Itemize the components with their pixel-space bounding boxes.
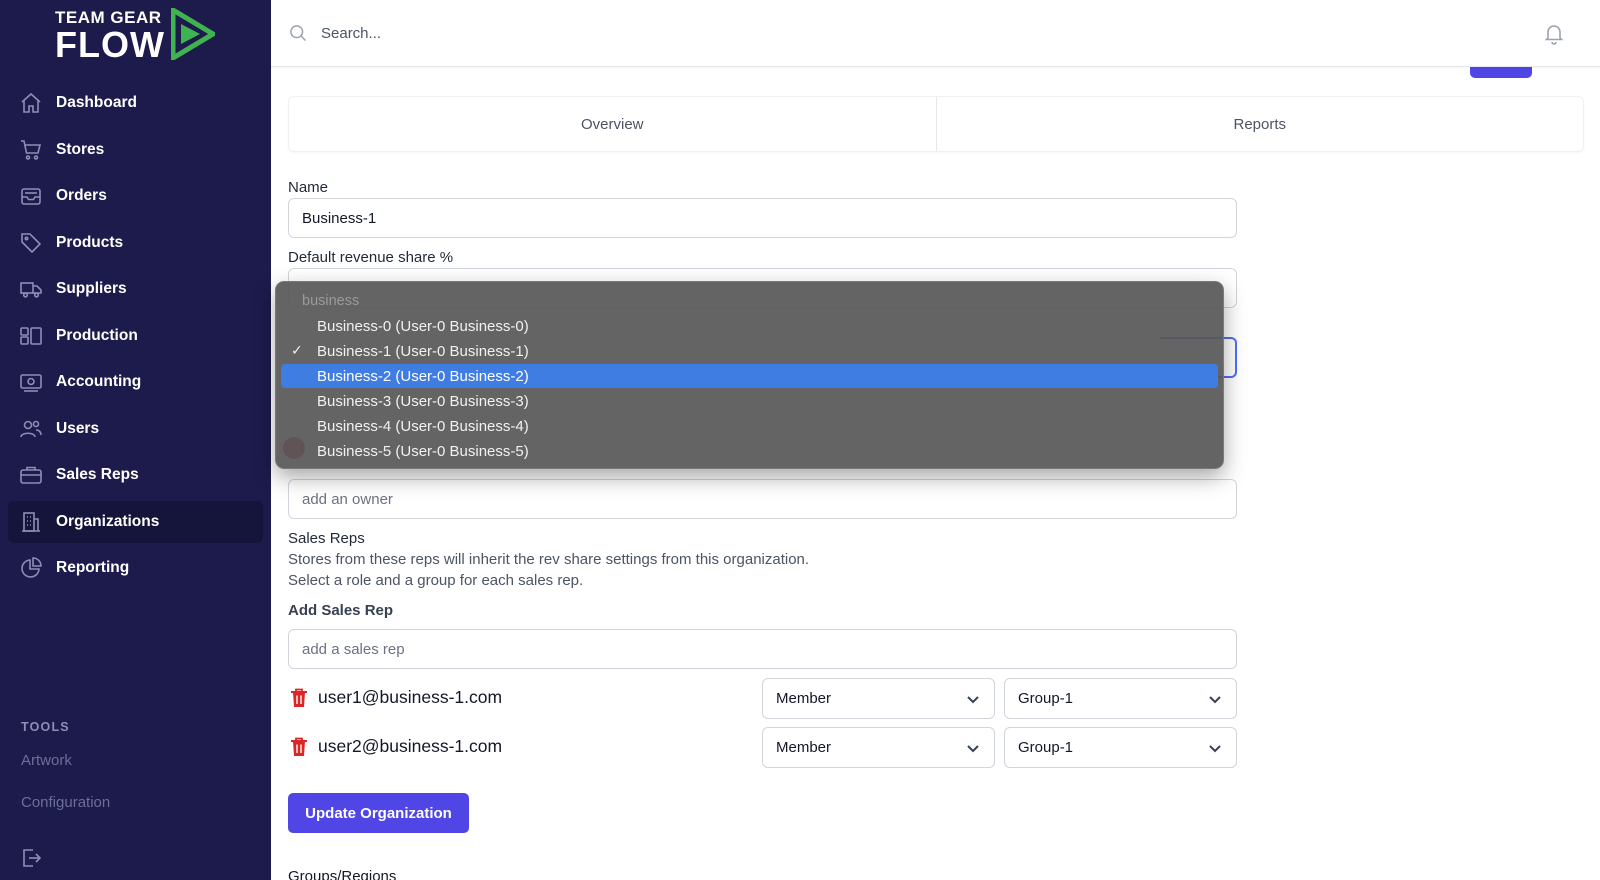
checkmark-icon: ✓ <box>291 342 303 358</box>
chevron-down-icon <box>966 692 980 706</box>
dropdown-option-highlighted[interactable]: Business-2 (User-0 Business-2) <box>281 364 1218 388</box>
sidebar-item-production[interactable]: Production <box>8 315 263 357</box>
tool-link-artwork[interactable]: Artwork <box>21 752 72 769</box>
search-input[interactable] <box>321 18 921 48</box>
sidebar-item-dashboard[interactable]: Dashboard <box>8 82 263 124</box>
layout-icon <box>18 323 44 349</box>
sidebar-item-stores[interactable]: Stores <box>8 129 263 171</box>
sidebar-item-label: Production <box>56 326 138 344</box>
role-select-value: Member <box>776 739 832 756</box>
tab-reports[interactable]: Reports <box>935 97 1584 151</box>
revenue-share-label: Default revenue share % <box>288 249 454 266</box>
sidebar-item-label: Accounting <box>56 373 142 390</box>
sales-reps-help-2: Select a role and a group for each sales… <box>288 572 584 589</box>
sidebar-nav: Dashboard Stores Orders Products Supplie… <box>0 82 271 594</box>
dropdown-option-label: Business-1 (User-0 Business-1) <box>317 342 529 360</box>
group-select-value: Group-1 <box>1018 690 1074 707</box>
tab-overview[interactable]: Overview <box>289 97 936 151</box>
sidebar-item-products[interactable]: Products <box>8 222 263 264</box>
dropdown-option-label: Business-4 (User-0 Business-4) <box>317 417 529 435</box>
groups-regions-heading: Groups/Regions <box>288 868 397 880</box>
sidebar-item-orders[interactable]: Orders <box>8 175 263 217</box>
add-sales-rep-input[interactable] <box>288 629 1237 669</box>
chevron-down-icon <box>1208 692 1222 706</box>
brand-line2: FLOW <box>55 24 165 65</box>
tool-link-configuration[interactable]: Configuration <box>21 794 110 811</box>
search-icon <box>288 23 308 43</box>
dropdown-option[interactable]: Business-0 (User-0 Business-0) <box>281 314 1218 338</box>
sales-rep-email: user1@business-1.com <box>318 687 503 707</box>
trash-icon[interactable] <box>290 688 308 708</box>
inbox-icon <box>18 183 44 209</box>
sidebar: TEAM GEAR FLOW Dashboard Stores Orders P… <box>0 0 271 880</box>
sidebar-item-users[interactable]: Users <box>8 408 263 450</box>
dropdown-option-label: Business-5 (User-0 Business-5) <box>317 442 529 460</box>
brand-logo[interactable]: TEAM GEAR FLOW <box>55 8 215 65</box>
home-icon <box>18 90 44 116</box>
sidebar-item-label: Stores <box>56 140 105 158</box>
chevron-down-icon <box>1208 741 1222 755</box>
sidebar-item-organizations[interactable]: Organizations <box>8 500 263 543</box>
building-icon <box>18 509 44 535</box>
trash-icon[interactable] <box>290 737 308 757</box>
dropdown-group-header: business <box>302 293 360 309</box>
name-field[interactable] <box>288 198 1237 238</box>
chevron-down-icon <box>966 741 980 755</box>
dropdown-option-label: Business-0 (User-0 Business-0) <box>317 317 529 335</box>
sales-rep-row: user2@business-1.com Member Group-1 <box>288 727 1237 769</box>
dropdown-option-selected[interactable]: ✓ Business-1 (User-0 Business-1) <box>281 339 1218 363</box>
owner-input[interactable] <box>288 479 1237 519</box>
play-logo-icon <box>171 8 215 60</box>
name-label: Name <box>288 179 329 196</box>
bell-icon[interactable] <box>1542 21 1566 45</box>
sidebar-item-accounting[interactable]: Accounting <box>8 361 263 403</box>
dropdown-option[interactable]: Business-4 (User-0 Business-4) <box>281 414 1218 438</box>
dropdown-option[interactable]: Business-5 (User-0 Business-5) <box>281 439 1218 463</box>
sidebar-item-label: Sales Reps <box>56 466 139 483</box>
role-select[interactable]: Member <box>762 727 995 768</box>
sales-rep-row: user1@business-1.com Member Group-1 <box>288 678 1237 720</box>
tab-bar: Overview Reports <box>288 96 1584 152</box>
cart-icon <box>18 137 44 163</box>
sidebar-item-sales-reps[interactable]: Sales Reps <box>8 454 263 496</box>
sidebar-item-reporting[interactable]: Reporting <box>8 547 263 589</box>
top-bar <box>271 0 1600 67</box>
dropdown-option[interactable]: Business-3 (User-0 Business-3) <box>281 389 1218 413</box>
sidebar-item-label: Reporting <box>56 559 130 576</box>
sidebar-item-label: Organizations <box>56 512 160 530</box>
group-select[interactable]: Group-1 <box>1004 727 1237 768</box>
group-select[interactable]: Group-1 <box>1004 678 1237 719</box>
sales-reps-heading: Sales Reps <box>288 530 365 547</box>
update-organization-button[interactable]: Update Organization <box>288 793 469 833</box>
cash-icon <box>18 369 44 395</box>
header-action-button[interactable] <box>1470 66 1532 78</box>
group-select-value: Group-1 <box>1018 739 1074 756</box>
add-sales-rep-label: Add Sales Rep <box>288 602 394 619</box>
role-select-value: Member <box>776 690 832 707</box>
tag-icon <box>18 230 44 256</box>
role-select[interactable]: Member <box>762 678 995 719</box>
truck-icon <box>18 276 44 302</box>
sidebar-item-label: Suppliers <box>56 280 127 297</box>
dropdown-option-label: Business-3 (User-0 Business-3) <box>317 392 529 410</box>
tools-heading: TOOLS <box>21 720 70 734</box>
sales-reps-help-1: Stores from these reps will inherit the … <box>288 551 810 568</box>
sidebar-item-suppliers[interactable]: Suppliers <box>8 268 263 310</box>
dropdown-option-label: Business-2 (User-0 Business-2) <box>317 367 529 385</box>
business-dropdown-menu: business Business-0 (User-0 Business-0) … <box>275 281 1224 469</box>
sidebar-item-label: Orders <box>56 187 107 204</box>
users-icon <box>18 416 44 442</box>
sales-rep-email: user2@business-1.com <box>318 736 503 756</box>
sidebar-item-label: Users <box>56 419 100 437</box>
sidebar-item-label: Dashboard <box>56 94 137 111</box>
logout-icon[interactable] <box>19 846 43 870</box>
briefcase-icon <box>18 462 44 488</box>
sidebar-item-label: Products <box>56 233 124 251</box>
chart-pie-icon <box>18 555 44 581</box>
